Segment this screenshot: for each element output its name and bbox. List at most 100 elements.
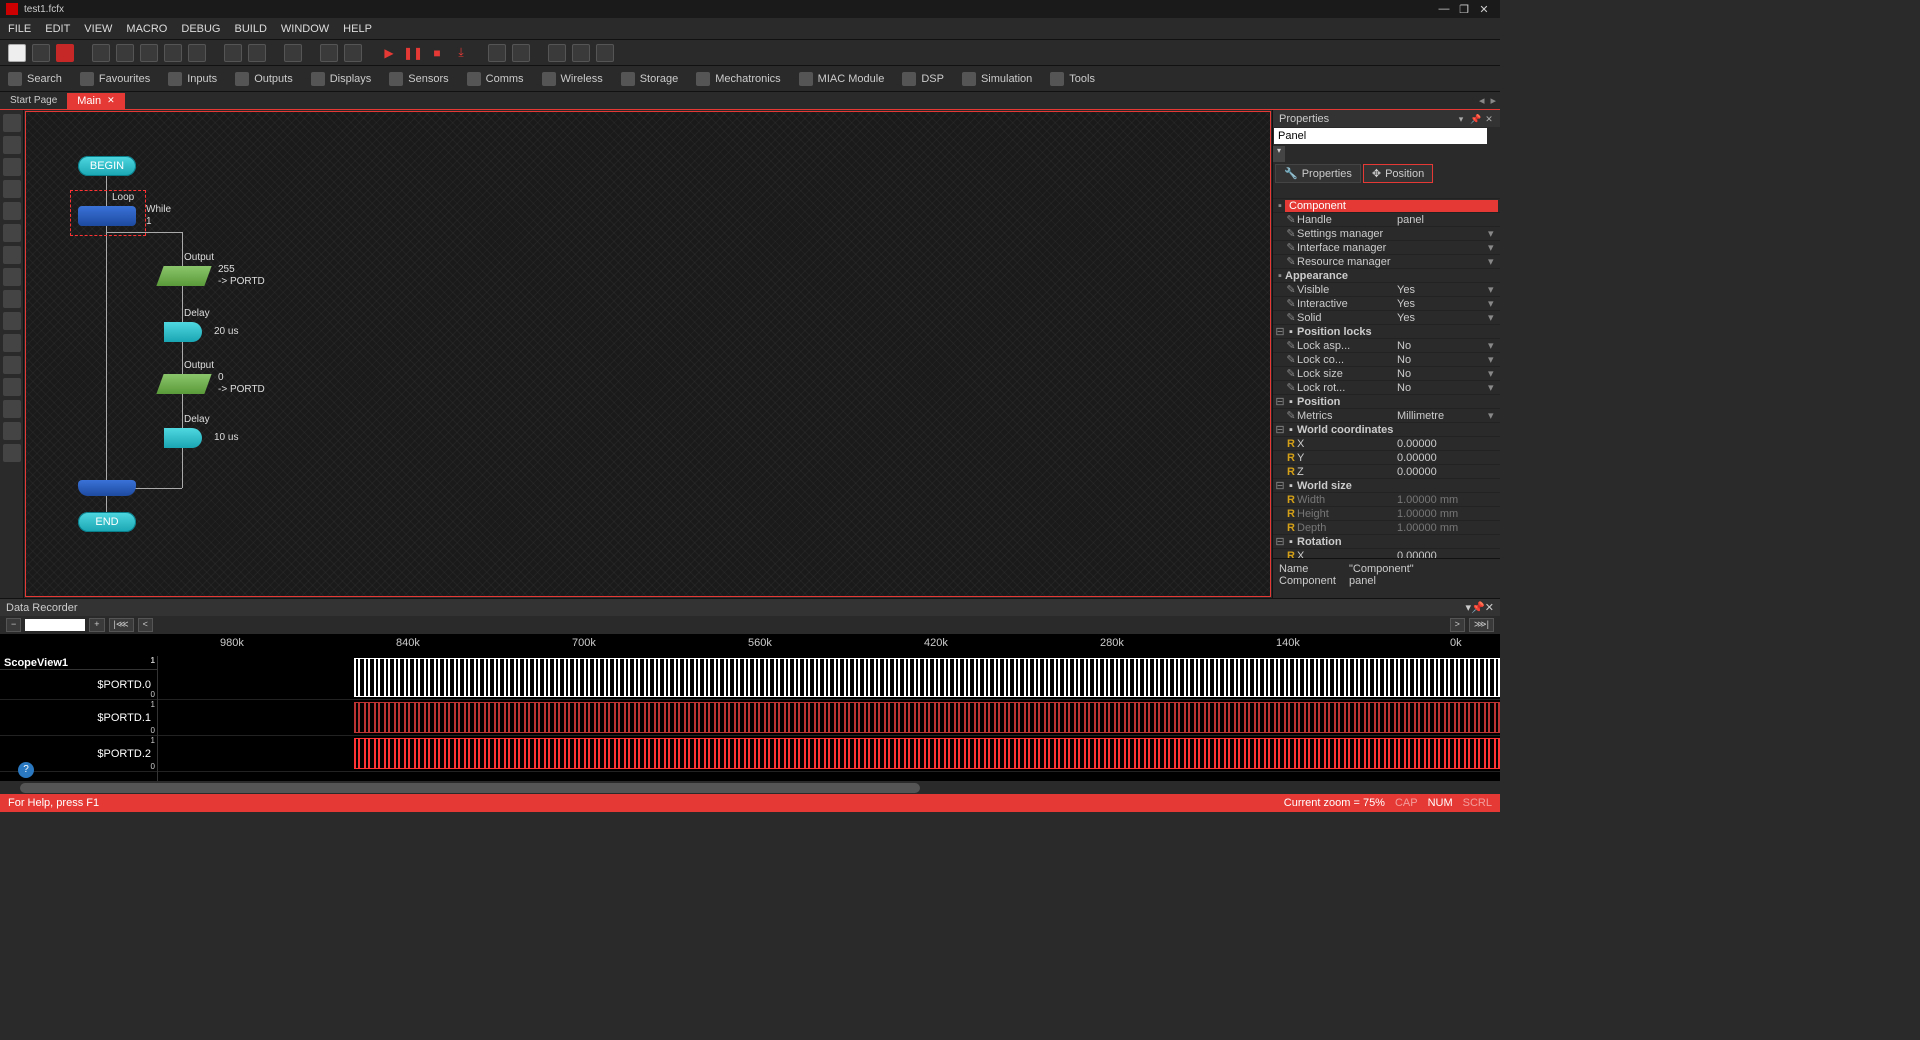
stop-button[interactable]: ■ (428, 44, 446, 62)
tool-loop[interactable] (3, 312, 21, 330)
tab-main[interactable]: Main✕ (67, 93, 124, 109)
paste-button[interactable] (140, 44, 158, 62)
tool-io[interactable] (3, 136, 21, 154)
ribbon-tools[interactable]: Tools (1050, 72, 1095, 86)
prop-world-x[interactable]: RX0.00000 (1273, 437, 1500, 451)
menu-help[interactable]: HELP (343, 23, 372, 35)
zoom-slider[interactable] (25, 619, 85, 631)
hex-button[interactable] (572, 44, 590, 62)
subtab-properties[interactable]: 🔧Properties (1275, 164, 1361, 183)
help-icon[interactable]: ? (18, 762, 34, 778)
menu-window[interactable]: WINDOW (281, 23, 329, 35)
ribbon-search[interactable]: Search (8, 72, 62, 86)
copy-button[interactable] (116, 44, 134, 62)
panel-name-input[interactable] (1274, 128, 1487, 144)
panel-pin-icon[interactable]: 📌 (1470, 114, 1480, 124)
prop-handle[interactable]: ✎Handlepanel (1273, 213, 1500, 227)
section-position-locks[interactable]: ⊟▪Position locks (1273, 325, 1500, 339)
print-button[interactable] (284, 44, 302, 62)
node-output-2[interactable] (156, 374, 211, 394)
zoom-in-button[interactable] (320, 44, 338, 62)
tool-delay[interactable] (3, 290, 21, 308)
section-appearance[interactable]: ▪Appearance (1273, 269, 1500, 283)
close-button[interactable]: ✕ (1474, 3, 1494, 16)
ribbon-miac[interactable]: MIAC Module (799, 72, 885, 86)
ribbon-dsp[interactable]: DSP (902, 72, 944, 86)
prop-settings-manager[interactable]: ✎Settings manager▾ (1273, 227, 1500, 241)
recorder-scrollbar[interactable] (0, 781, 1500, 794)
recorder-pin-icon[interactable]: 📌 (1471, 601, 1485, 614)
node-begin[interactable]: BEGIN (78, 156, 136, 176)
recorder-ruler[interactable]: 980k 840k 700k 560k 420k 280k 140k 0k (0, 634, 1500, 656)
ribbon-outputs[interactable]: Outputs (235, 72, 293, 86)
node-loop[interactable] (78, 206, 136, 226)
prop-resource-manager[interactable]: ✎Resource manager▾ (1273, 255, 1500, 269)
ribbon-wireless[interactable]: Wireless (542, 72, 603, 86)
menu-debug[interactable]: DEBUG (181, 23, 220, 35)
panel-dropdown-icon[interactable]: ▾ (1456, 114, 1466, 124)
flowchart-canvas[interactable]: BEGIN Loop While 1 Output 255 -> PORTD D… (25, 111, 1271, 597)
subtab-position[interactable]: ✥Position (1363, 164, 1433, 183)
pause-button[interactable]: ❚❚ (404, 44, 422, 62)
prop-lock-coord[interactable]: ✎Lock co...No▾ (1273, 353, 1500, 367)
doc1-button[interactable] (164, 44, 182, 62)
prop-metrics[interactable]: ✎MetricsMillimetre▾ (1273, 409, 1500, 423)
scope-header[interactable]: ScopeView11 (0, 656, 157, 670)
ribbon-displays[interactable]: Displays (311, 72, 372, 86)
node-end[interactable]: END (78, 512, 136, 532)
prop-lock-rotation[interactable]: ✎Lock rot...No▾ (1273, 381, 1500, 395)
chip-button[interactable] (512, 44, 530, 62)
scrollbar-thumb[interactable] (20, 783, 920, 793)
step-button[interactable]: ⤓ (452, 44, 470, 62)
cut-button[interactable] (92, 44, 110, 62)
maximize-button[interactable]: ❐ (1454, 3, 1474, 16)
panel-close-icon[interactable]: ✕ (1484, 114, 1494, 124)
properties-tree[interactable]: ▪Component ✎Handlepanel ✎Settings manage… (1273, 199, 1500, 558)
tool-calc[interactable] (3, 202, 21, 220)
c-code-button[interactable] (548, 44, 566, 62)
ribbon-simulation[interactable]: Simulation (962, 72, 1032, 86)
close-tab-icon[interactable]: ✕ (107, 95, 115, 106)
ribbon-sensors[interactable]: Sensors (389, 72, 448, 86)
rewind-button[interactable]: |⋘ (109, 618, 134, 632)
tool-connect[interactable] (3, 180, 21, 198)
doc2-button[interactable] (188, 44, 206, 62)
scroll-right-button[interactable]: > (1450, 618, 1465, 632)
prop-world-z[interactable]: RZ0.00000 (1273, 465, 1500, 479)
play-button[interactable]: ▶ (380, 44, 398, 62)
tool-decision[interactable] (3, 158, 21, 176)
tool-macro[interactable] (3, 246, 21, 264)
prop-solid[interactable]: ✎SolidYes▾ (1273, 311, 1500, 325)
zoom-minus-button[interactable]: − (6, 618, 21, 632)
menu-macro[interactable]: MACRO (126, 23, 167, 35)
tool-comment[interactable] (3, 400, 21, 418)
track-label-1[interactable]: $PORTD.101 (0, 700, 157, 736)
tool-component[interactable] (3, 268, 21, 286)
ribbon-inputs[interactable]: Inputs (168, 72, 217, 86)
tab-start-page[interactable]: Start Page (0, 93, 67, 108)
panel-name-dropdown[interactable]: ▾ (1273, 146, 1285, 162)
new-file-button[interactable] (8, 44, 26, 62)
prop-world-y[interactable]: RY0.00000 (1273, 451, 1500, 465)
save-button[interactable] (56, 44, 74, 62)
tab-prev-icon[interactable]: ◂ (1479, 94, 1485, 107)
section-rotation[interactable]: ⊟▪Rotation (1273, 535, 1500, 549)
tool-switch[interactable] (3, 334, 21, 352)
tool-text[interactable] (3, 114, 21, 132)
ribbon-favourites[interactable]: Favourites (80, 72, 150, 86)
tool-assign[interactable] (3, 224, 21, 242)
menu-edit[interactable]: EDIT (45, 23, 70, 35)
prop-rot-x[interactable]: RX0.00000 (1273, 549, 1500, 558)
prop-lock-size[interactable]: ✎Lock sizeNo▾ (1273, 367, 1500, 381)
prop-interface-manager[interactable]: ✎Interface manager▾ (1273, 241, 1500, 255)
tool-c[interactable] (3, 422, 21, 440)
ribbon-comms[interactable]: Comms (467, 72, 524, 86)
section-world-coordinates[interactable]: ⊟▪World coordinates (1273, 423, 1500, 437)
waveform-area[interactable] (158, 656, 1500, 781)
section-component[interactable]: ▪Component (1273, 199, 1500, 213)
node-delay-1[interactable] (164, 322, 202, 342)
forward-button[interactable]: ⋙| (1469, 618, 1494, 632)
menu-build[interactable]: BUILD (235, 23, 267, 35)
prop-visible[interactable]: ✎VisibleYes▾ (1273, 283, 1500, 297)
asm-button[interactable] (596, 44, 614, 62)
